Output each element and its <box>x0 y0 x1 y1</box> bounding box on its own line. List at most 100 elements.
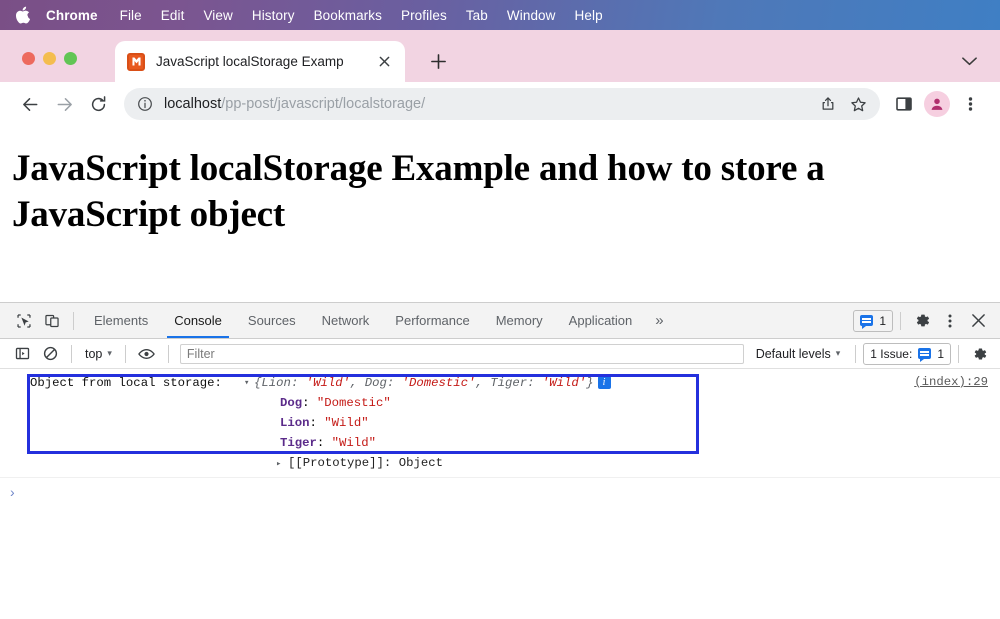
tab-console[interactable]: Console <box>161 303 235 338</box>
device-toolbar-icon[interactable] <box>38 308 66 334</box>
tab-sources[interactable]: Sources <box>235 303 309 338</box>
console-prompt-row[interactable]: › <box>0 478 1000 504</box>
site-favicon-icon <box>127 52 145 71</box>
preview-sep-2: , <box>475 376 491 390</box>
menu-item-profiles[interactable]: Profiles <box>401 8 447 23</box>
tab-title: JavaScript localStorage Examp <box>156 54 344 69</box>
minimize-window-button[interactable] <box>43 52 56 65</box>
prototype-row[interactable]: ▸ [[Prototype]]: Object <box>30 453 1000 474</box>
devtools-tab-bar: Elements Console Sources Network Perform… <box>0 303 1000 339</box>
spacer-text <box>222 376 244 390</box>
tab-strip: JavaScript localStorage Examp <box>0 30 1000 82</box>
devtools-menu-three-dot-icon[interactable] <box>936 308 964 334</box>
tab-network[interactable]: Network <box>309 303 383 338</box>
browser-tab[interactable]: JavaScript localStorage Examp <box>115 41 405 82</box>
tab-memory[interactable]: Memory <box>483 303 556 338</box>
menu-item-file[interactable]: File <box>120 8 142 23</box>
property-colon-lion: : <box>309 416 325 430</box>
console-message-line: Object from local storage: ▾ {Lion: 'Wild… <box>30 373 1000 393</box>
profile-avatar-icon[interactable] <box>924 91 950 117</box>
property-value-dog: "Domestic" <box>316 396 391 410</box>
menu-item-window[interactable]: Window <box>507 8 556 23</box>
filter-divider-2 <box>124 344 126 363</box>
object-close-brace: } <box>586 376 594 390</box>
console-output[interactable]: (index):29 Object from local storage: ▾{… <box>0 369 1000 609</box>
console-filter-input[interactable] <box>179 343 744 364</box>
console-settings-gear-icon[interactable] <box>966 341 994 367</box>
property-value-tiger: "Wild" <box>331 436 376 450</box>
preview-value-tiger: 'Wild' <box>541 376 587 390</box>
chevron-down-icon: ▾ <box>107 348 112 358</box>
tab-close-icon[interactable] <box>375 53 393 71</box>
maximize-window-button[interactable] <box>64 52 77 65</box>
devtools-panel: Elements Console Sources Network Perform… <box>0 302 1000 609</box>
reload-icon[interactable] <box>82 88 114 120</box>
console-message-label: Object from local storage: <box>30 376 222 390</box>
issues-label: 1 Issue: <box>870 346 913 361</box>
preview-colon-1: : <box>290 376 306 390</box>
console-source-link[interactable]: (index):29 <box>914 375 988 389</box>
property-value-lion: "Wild" <box>324 416 369 430</box>
preview-colon-3: : <box>527 376 542 390</box>
close-window-button[interactable] <box>22 52 35 65</box>
filter-divider-3 <box>167 344 169 363</box>
issues-badge[interactable]: 1 Issue: 1 <box>863 342 951 365</box>
clear-console-icon[interactable] <box>36 341 64 367</box>
info-badge-icon[interactable]: i <box>597 376 611 389</box>
console-log-entry[interactable]: (index):29 Object from local storage: ▾{… <box>0 369 1000 478</box>
address-bar-url: localhost/pp-post/javascript/localstorag… <box>164 96 814 112</box>
omnibox-actions <box>814 90 872 118</box>
execution-context-select[interactable]: top ▾ <box>79 347 118 361</box>
log-levels-select[interactable]: Default levels ▾ <box>748 347 849 361</box>
preview-value-lion: 'Wild' <box>305 376 350 390</box>
live-expression-eye-icon[interactable] <box>133 341 161 367</box>
issues-message-badge-icon <box>918 348 932 362</box>
toolbar-divider-2 <box>900 311 901 330</box>
side-panel-icon[interactable] <box>888 88 920 120</box>
menu-item-chrome[interactable]: Chrome <box>46 8 98 23</box>
new-tab-button[interactable] <box>425 48 451 74</box>
menu-item-history[interactable]: History <box>252 8 295 23</box>
more-tabs-button[interactable]: » <box>645 303 673 338</box>
preview-key-dog: Dog <box>364 376 387 390</box>
property-key-tiger: Tiger <box>280 436 317 450</box>
menu-item-edit[interactable]: Edit <box>161 8 185 23</box>
menu-item-view[interactable]: View <box>203 8 232 23</box>
object-expand-triangle-icon[interactable]: ▾ <box>244 373 254 393</box>
filter-divider-5 <box>958 344 959 363</box>
tab-elements[interactable]: Elements <box>81 303 161 338</box>
tab-performance[interactable]: Performance <box>382 303 482 338</box>
property-key-lion: Lion <box>280 416 310 430</box>
menu-item-tab[interactable]: Tab <box>466 8 488 23</box>
menu-item-bookmarks[interactable]: Bookmarks <box>314 8 382 23</box>
menu-item-help[interactable]: Help <box>575 8 603 23</box>
property-colon-tiger: : <box>316 436 332 450</box>
inspect-element-icon[interactable] <box>10 308 38 334</box>
message-count-badge[interactable]: 1 <box>853 309 893 332</box>
preview-key-lion: Lion <box>261 376 291 390</box>
share-icon[interactable] <box>814 90 842 118</box>
tab-application[interactable]: Application <box>556 303 646 338</box>
window-controls <box>22 52 77 65</box>
forward-arrow-icon[interactable] <box>48 88 80 120</box>
apple-logo-icon[interactable] <box>14 6 30 24</box>
tab-search-chevron-down-icon[interactable] <box>961 54 978 72</box>
message-count-label: 1 <box>879 313 886 328</box>
log-levels-value: Default levels <box>755 346 831 361</box>
star-icon[interactable] <box>844 90 872 118</box>
devtools-close-icon[interactable] <box>964 308 992 334</box>
message-badge-icon <box>860 315 874 329</box>
browser-menu-three-dot-icon[interactable] <box>954 88 986 120</box>
info-circle-icon[interactable] <box>136 95 154 113</box>
prototype-expand-triangle-icon[interactable]: ▸ <box>276 454 288 474</box>
url-host: localhost <box>164 96 222 112</box>
console-sidebar-icon[interactable] <box>8 341 36 367</box>
back-arrow-icon[interactable] <box>14 88 46 120</box>
toolbar-divider <box>73 311 74 330</box>
devtools-settings-gear-icon[interactable] <box>908 308 936 334</box>
page-content: JavaScript localStorage Example and how … <box>0 126 1000 302</box>
object-property-row: Tiger: "Wild" <box>30 433 1000 453</box>
preview-colon-2: : <box>386 376 402 390</box>
object-property-row: Dog: "Domestic" <box>30 393 1000 413</box>
address-bar[interactable]: localhost/pp-post/javascript/localstorag… <box>124 88 880 120</box>
